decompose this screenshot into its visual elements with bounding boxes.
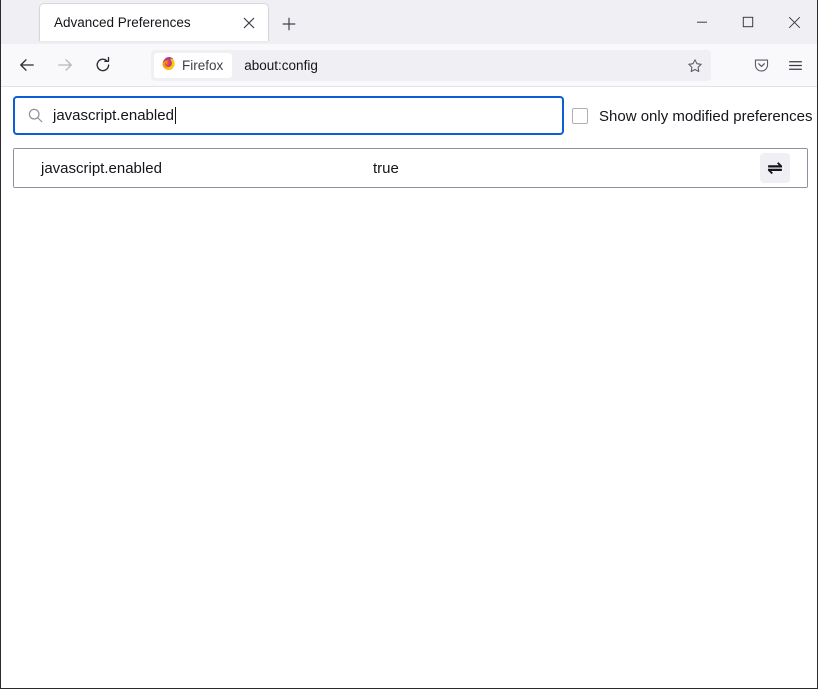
preferences-list: javascript.enabled true ⇌ <box>13 148 808 188</box>
about-config-page: javascript.enabled Show only modified pr… <box>1 87 817 688</box>
hamburger-menu-icon[interactable] <box>779 50 811 82</box>
url-text: about:config <box>244 58 318 73</box>
search-input[interactable]: javascript.enabled <box>13 96 564 135</box>
table-row[interactable]: javascript.enabled true ⇌ <box>14 149 807 187</box>
show-modified-toggle[interactable]: Show only modified preferences <box>572 105 812 127</box>
pref-name: javascript.enabled <box>41 160 162 177</box>
toggle-arrows-icon: ⇌ <box>767 159 783 178</box>
new-tab-icon[interactable] <box>276 11 302 37</box>
browser-window: Advanced Preferences <box>0 0 818 689</box>
address-bar[interactable]: Firefox about:config <box>151 50 711 81</box>
text-caret <box>175 107 176 124</box>
minimize-icon[interactable] <box>679 0 725 44</box>
identity-chip[interactable]: Firefox <box>154 53 232 78</box>
close-tab-icon[interactable] <box>236 10 262 36</box>
toggle-pref-button[interactable]: ⇌ <box>760 153 790 183</box>
maximize-icon[interactable] <box>725 0 771 44</box>
reload-icon[interactable] <box>87 49 119 81</box>
navigation-toolbar: Firefox about:config <box>1 44 817 87</box>
pocket-icon[interactable] <box>745 50 777 82</box>
close-window-icon[interactable] <box>771 0 817 44</box>
forward-icon <box>49 49 81 81</box>
browser-tab[interactable]: Advanced Preferences <box>39 3 269 41</box>
search-input-value: javascript.enabled <box>53 107 174 124</box>
tab-title: Advanced Preferences <box>40 15 236 30</box>
window-controls <box>679 0 817 44</box>
show-modified-label: Show only modified preferences <box>599 108 812 125</box>
search-icon <box>27 107 44 124</box>
toolbar-actions <box>743 44 811 87</box>
tab-strip: Advanced Preferences <box>1 0 817 44</box>
back-icon[interactable] <box>11 49 43 81</box>
identity-label: Firefox <box>182 58 223 73</box>
show-modified-checkbox[interactable] <box>572 108 588 124</box>
pref-value: true <box>373 160 399 177</box>
firefox-logo-icon <box>161 56 176 76</box>
bookmark-star-icon[interactable] <box>679 53 711 78</box>
search-row: javascript.enabled Show only modified pr… <box>1 96 817 136</box>
